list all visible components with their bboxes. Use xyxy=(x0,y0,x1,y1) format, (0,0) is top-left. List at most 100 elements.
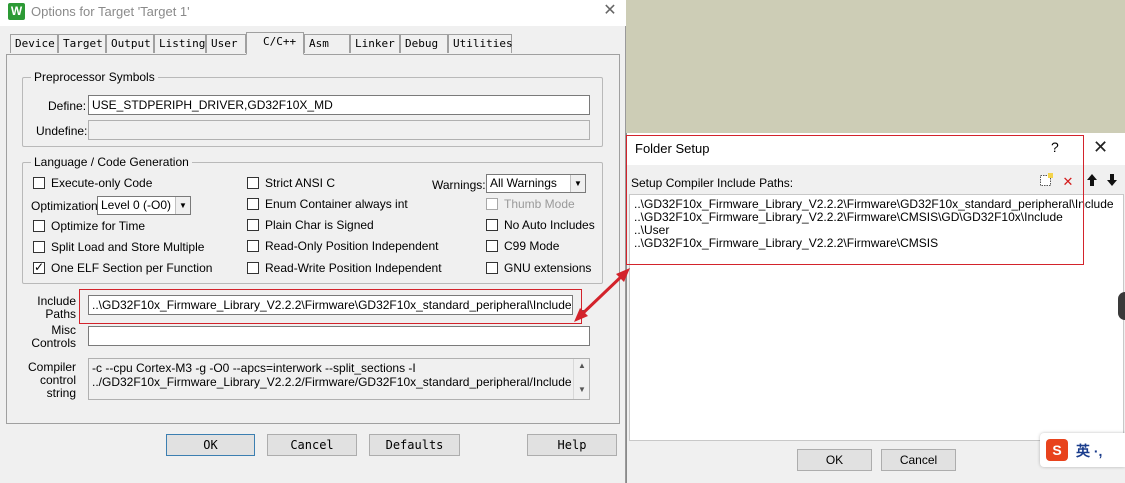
misc-controls-input[interactable] xyxy=(88,326,590,346)
no-auto-includes-checkbox[interactable]: No Auto Includes xyxy=(486,218,595,232)
checkbox-box[interactable] xyxy=(247,219,259,231)
compiler-string-line2: ../GD32F10x_Firmware_Library_V2.2.2/Firm… xyxy=(92,375,583,389)
optimization-label: Optimization: xyxy=(31,199,102,213)
undefine-input[interactable] xyxy=(88,120,590,140)
rw-pi-checkbox[interactable]: Read-Write Position Independent xyxy=(247,261,442,275)
warnings-value: All Warnings xyxy=(490,176,557,190)
compiler-string-line1: -c --cpu Cortex-M3 -g -O0 --apcs=interwo… xyxy=(92,361,416,375)
options-dialog: W Options for Target 'Target 1' ✕ Device… xyxy=(0,0,626,483)
optimization-select[interactable]: Level 0 (-O0) ▼ xyxy=(97,196,191,215)
list-item[interactable]: ..\GD32F10x_Firmware_Library_V2.2.2\Firm… xyxy=(634,211,1119,224)
move-down-icon[interactable] xyxy=(1103,173,1121,191)
c99-mode-label: C99 Mode xyxy=(504,239,560,253)
tab-listing[interactable]: Listing xyxy=(154,34,206,53)
split-load-label: Split Load and Store Multiple xyxy=(51,240,205,254)
options-dialog-title: Options for Target 'Target 1' xyxy=(31,4,190,19)
tab-strip: Device Target Output Listing User C/C++ … xyxy=(0,32,626,55)
strict-ansi-label: Strict ANSI C xyxy=(265,176,336,190)
delete-icon[interactable]: ✕ xyxy=(1059,173,1077,191)
optimization-value: Level 0 (-O0) xyxy=(101,198,172,212)
checkbox-box[interactable] xyxy=(486,198,498,210)
checkbox-box[interactable] xyxy=(486,240,498,252)
strict-ansi-checkbox[interactable]: Strict ANSI C xyxy=(247,176,335,190)
cancel-button[interactable]: Cancel xyxy=(267,434,357,456)
checkbox-box[interactable] xyxy=(486,262,498,274)
tab-output[interactable]: Output xyxy=(106,34,154,53)
ro-pi-label: Read-Only Position Independent xyxy=(265,239,439,253)
include-paths-toolbar: ✕ xyxy=(1037,172,1125,192)
optimize-time-checkbox[interactable]: Optimize for Time xyxy=(33,219,145,233)
checkbox-box[interactable] xyxy=(33,177,45,189)
sogou-logo-icon: S xyxy=(1046,439,1068,461)
tab-asm[interactable]: Asm xyxy=(304,34,350,53)
ok-button[interactable]: OK xyxy=(166,434,255,456)
one-elf-checkbox[interactable]: One ELF Section per Function xyxy=(33,260,213,275)
folder-setup-dialog: Folder Setup ? ✕ Setup Compiler Include … xyxy=(626,133,1125,483)
thumb-mode-label: Thumb Mode xyxy=(504,197,575,211)
enum-container-checkbox[interactable]: Enum Container always int xyxy=(247,197,408,211)
optimize-time-label: Optimize for Time xyxy=(51,219,146,233)
scroll-up-icon[interactable]: ▲ xyxy=(578,361,586,370)
define-input[interactable]: USE_STDPERIPH_DRIVER,GD32F10X_MD xyxy=(88,95,590,115)
tab-target[interactable]: Target xyxy=(58,34,106,53)
move-up-icon[interactable] xyxy=(1083,173,1101,191)
list-item[interactable]: ..\GD32F10x_Firmware_Library_V2.2.2\Firm… xyxy=(634,237,1119,250)
help-button[interactable]: Help xyxy=(527,434,617,456)
tab-debug[interactable]: Debug xyxy=(400,34,448,53)
scroll-handle xyxy=(1118,292,1125,320)
chevron-down-icon[interactable]: ▼ xyxy=(570,175,585,192)
define-label: Define: xyxy=(48,99,87,113)
keil-app-icon: W xyxy=(8,3,25,20)
execute-only-checkbox[interactable]: Execute-only Code xyxy=(33,176,152,190)
ime-mode-text: 英 ·, xyxy=(1076,443,1103,459)
preprocessor-group-label: Preprocessor Symbols xyxy=(31,70,158,84)
compiler-control-string[interactable]: -c --cpu Cortex-M3 -g -O0 --apcs=interwo… xyxy=(88,358,590,400)
checkbox-box[interactable] xyxy=(247,240,259,252)
folder-ok-button[interactable]: OK xyxy=(797,449,872,471)
plain-char-checkbox[interactable]: Plain Char is Signed xyxy=(247,218,374,232)
include-paths-label-line1: Include xyxy=(37,294,76,308)
ime-toolbar[interactable]: S 英 ·, xyxy=(1040,433,1125,467)
scroll-down-icon[interactable]: ▼ xyxy=(578,385,586,394)
checkbox-box[interactable] xyxy=(486,219,498,231)
checkbox-box[interactable] xyxy=(247,177,259,189)
undefine-label: Undefine: xyxy=(36,124,88,138)
folder-setup-title: Folder Setup xyxy=(635,141,710,156)
split-load-checkbox[interactable]: Split Load and Store Multiple xyxy=(33,240,204,254)
include-paths-list-label: Setup Compiler Include Paths: xyxy=(631,176,794,190)
checkbox-box[interactable] xyxy=(247,198,259,210)
folder-setup-titlebar: Folder Setup ? ✕ xyxy=(627,133,1125,165)
c99-mode-checkbox[interactable]: C99 Mode xyxy=(486,239,559,253)
tab-device[interactable]: Device xyxy=(10,34,58,53)
warnings-select[interactable]: All Warnings ▼ xyxy=(486,174,586,193)
folder-cancel-button[interactable]: Cancel xyxy=(881,449,956,471)
chevron-down-icon[interactable]: ▼ xyxy=(175,197,190,214)
ro-pi-checkbox[interactable]: Read-Only Position Independent xyxy=(247,239,438,253)
tab-linker[interactable]: Linker xyxy=(350,34,400,53)
include-paths-input[interactable]: ..\GD32F10x_Firmware_Library_V2.2.2\Firm… xyxy=(88,295,573,315)
close-icon[interactable]: ✕ xyxy=(600,1,620,21)
new-folder-icon[interactable] xyxy=(1037,173,1055,191)
one-elf-label: One ELF Section per Function xyxy=(51,261,213,275)
no-auto-includes-label: No Auto Includes xyxy=(504,218,595,232)
plain-char-label: Plain Char is Signed xyxy=(265,218,374,232)
execute-only-label: Execute-only Code xyxy=(51,176,153,190)
checkbox-box[interactable] xyxy=(33,220,45,232)
rw-pi-label: Read-Write Position Independent xyxy=(265,261,442,275)
compiler-string-label-line2: control xyxy=(39,373,76,387)
checkbox-box[interactable] xyxy=(247,262,259,274)
defaults-button[interactable]: Defaults xyxy=(369,434,460,456)
help-icon[interactable]: ? xyxy=(1051,139,1059,155)
include-paths-list[interactable]: ..\GD32F10x_Firmware_Library_V2.2.2\Firm… xyxy=(629,194,1124,441)
tab-c-cpp[interactable]: C/C++ xyxy=(246,32,304,55)
include-paths-label-line2: Paths xyxy=(45,307,76,321)
tab-user[interactable]: User xyxy=(206,34,246,53)
language-group-label: Language / Code Generation xyxy=(31,155,192,169)
thumb-mode-checkbox[interactable]: Thumb Mode xyxy=(486,197,575,211)
compiler-string-label-line3: string xyxy=(46,386,76,400)
close-icon[interactable]: ✕ xyxy=(1093,137,1108,158)
checkbox-box[interactable] xyxy=(33,241,45,253)
compiler-string-scrollbar[interactable]: ▲ ▼ xyxy=(573,359,589,399)
tab-utilities[interactable]: Utilities xyxy=(448,34,513,53)
checkbox-box-checked[interactable] xyxy=(33,260,45,274)
